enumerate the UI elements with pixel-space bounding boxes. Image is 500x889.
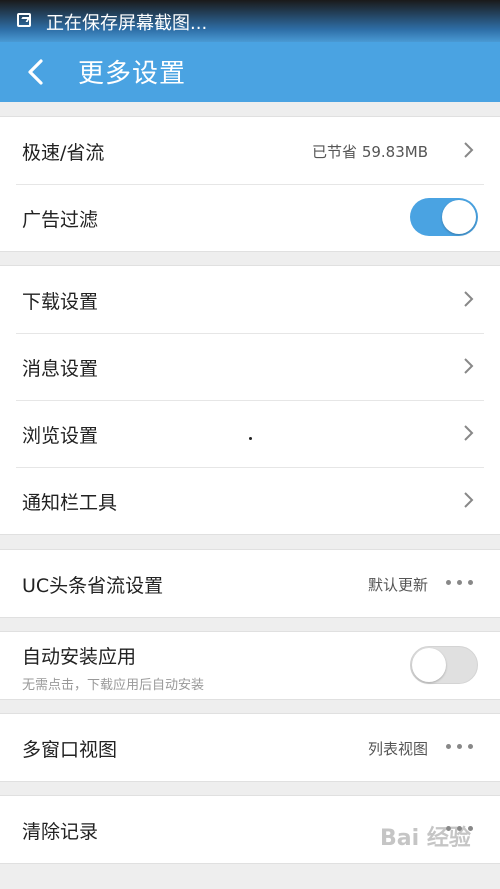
ad-filter-toggle[interactable] [410, 198, 478, 236]
screenshot-icon [17, 13, 31, 27]
chevron-right-icon [460, 141, 476, 159]
title-bar: 更多设置 [0, 42, 500, 102]
setting-label: 下载设置 [22, 291, 99, 313]
more-options-icon[interactable] [446, 744, 474, 750]
toggle-knob [412, 648, 446, 682]
setting-label: 极速/省流 [22, 142, 105, 164]
setting-ad-filter: 广告过滤 [0, 184, 500, 251]
chevron-right-icon [460, 491, 476, 509]
auto-install-toggle[interactable] [410, 646, 478, 684]
page-title: 更多设置 [78, 59, 187, 89]
setting-notification-tools[interactable]: 通知栏工具 [0, 467, 500, 534]
chevron-right-icon [460, 290, 476, 308]
saved-data-value: 已节省 59.83MB [312, 143, 428, 161]
setting-label: 消息设置 [22, 358, 99, 380]
setting-label: UC头条省流设置 [22, 575, 164, 597]
settings-group-uc-headlines: UC头条省流设置 默认更新 [0, 549, 500, 618]
setting-browse[interactable]: 浏览设置 [0, 400, 500, 467]
settings-group-multiwindow: 多窗口视图 列表视图 [0, 713, 500, 782]
setting-speed-saving[interactable]: 极速/省流 已节省 59.83MB [0, 117, 500, 184]
view-mode-value: 列表视图 [367, 740, 428, 758]
setting-message[interactable]: 消息设置 [0, 333, 500, 400]
toggle-knob [442, 200, 476, 234]
setting-multiwindow-view[interactable]: 多窗口视图 列表视图 [0, 714, 500, 781]
setting-label: 多窗口视图 [22, 739, 118, 761]
chevron-right-icon [460, 357, 476, 375]
stray-dot [249, 437, 252, 440]
settings-group-speed: 极速/省流 已节省 59.83MB 广告过滤 [0, 116, 500, 252]
back-button[interactable] [18, 54, 54, 90]
update-mode-value: 默认更新 [367, 576, 428, 594]
setting-auto-install: 自动安装应用 无需点击，下载应用后自动安装 [0, 632, 500, 699]
settings-group-auto-install: 自动安装应用 无需点击，下载应用后自动安装 [0, 631, 500, 700]
back-arrow-icon [28, 59, 43, 85]
watermark: Bai 经验 [380, 826, 471, 851]
setting-download[interactable]: 下载设置 [0, 266, 500, 333]
chevron-right-icon [460, 424, 476, 442]
setting-label: 通知栏工具 [22, 492, 118, 514]
setting-label: 自动安装应用 [22, 646, 137, 668]
setting-label: 清除记录 [22, 821, 99, 843]
setting-description: 无需点击，下载应用后自动安装 [22, 678, 205, 693]
setting-uc-headlines-saving[interactable]: UC头条省流设置 默认更新 [0, 550, 500, 617]
status-bar: 正在保存屏幕截图... [0, 0, 500, 42]
setting-label: 浏览设置 [22, 425, 99, 447]
setting-label: 广告过滤 [22, 209, 99, 231]
status-text: 正在保存屏幕截图... [46, 13, 208, 34]
settings-group-general: 下载设置 消息设置 浏览设置 通知栏工具 [0, 265, 500, 535]
more-options-icon[interactable] [446, 580, 474, 586]
